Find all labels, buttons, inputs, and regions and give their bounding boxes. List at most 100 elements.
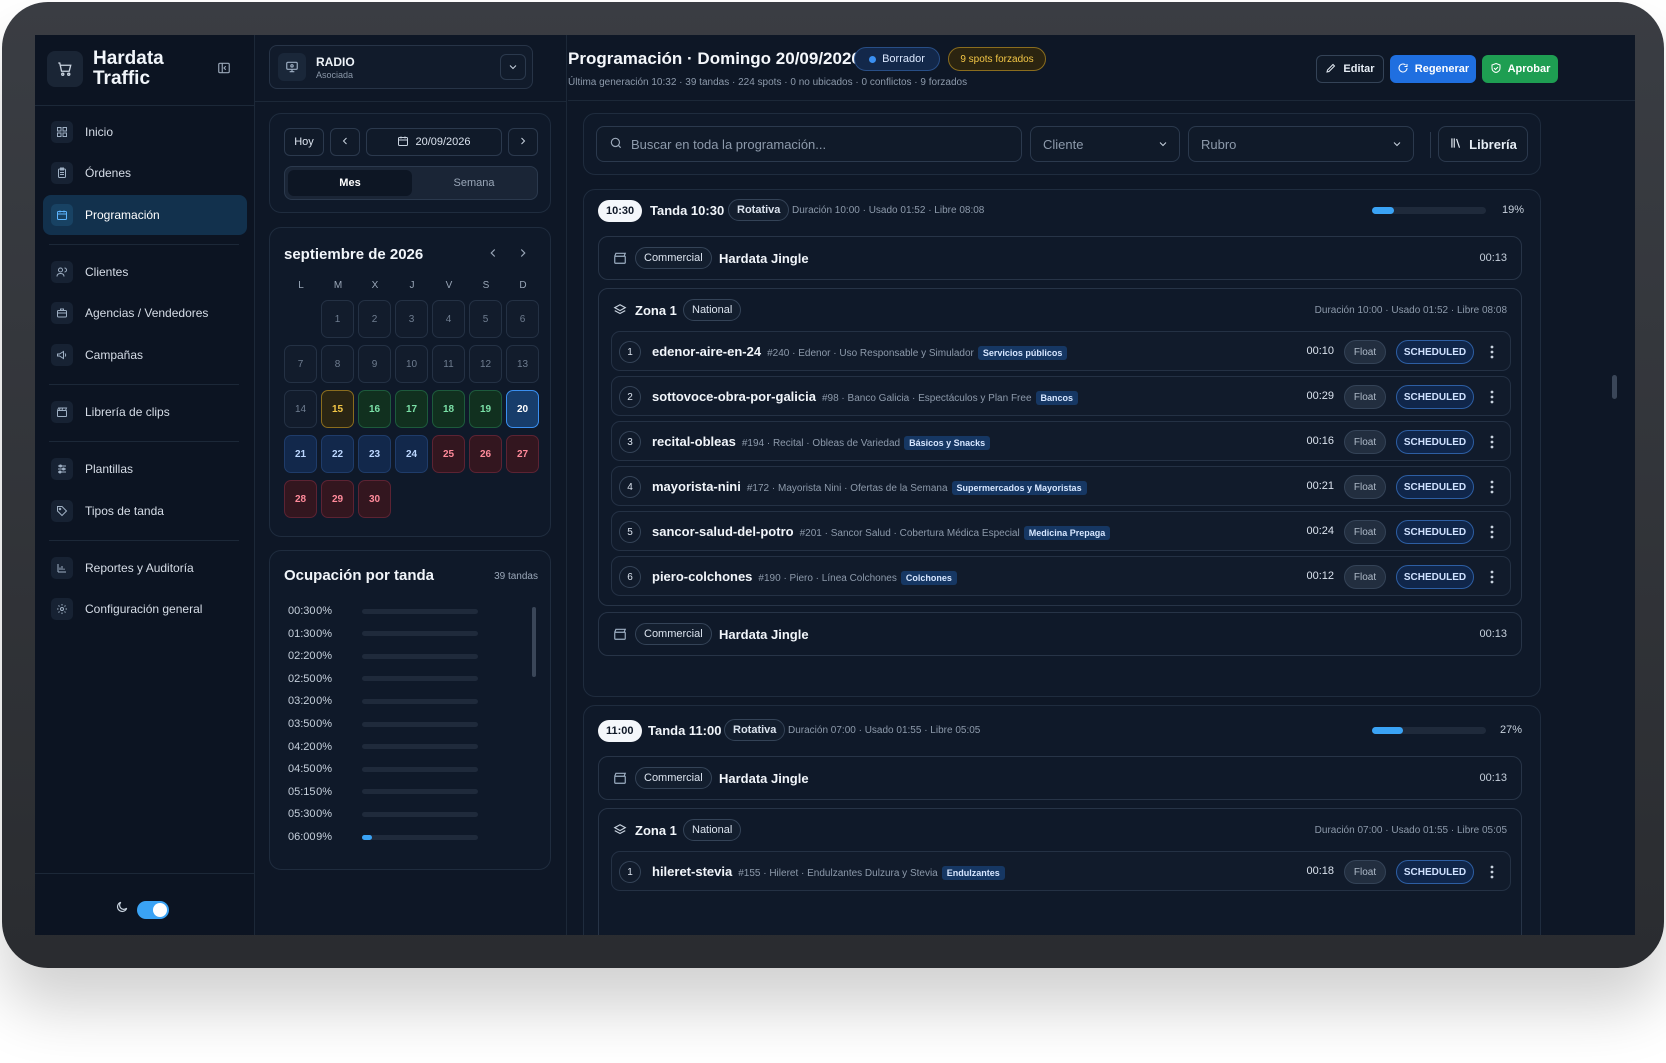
spot-category-badge: Medicina Prepaga [1023,526,1111,540]
next-month-icon[interactable] [516,246,530,265]
spot-index: 5 [619,521,641,543]
calendar-day[interactable]: 2 [358,300,391,338]
calendar-day[interactable]: 10 [395,345,428,383]
nav-item-agencias[interactable]: Agencias / Vendedores [43,293,247,333]
spot-mode-badge[interactable]: Float [1344,860,1386,884]
next-day-button[interactable] [508,128,538,156]
calendar-day[interactable]: 13 [506,345,539,383]
calendar-day[interactable]: 25 [432,435,465,473]
calendar-day[interactable]: 4 [432,300,465,338]
jingle-row[interactable]: Commercial Hardata Jingle 00:13 [598,612,1522,656]
page-subtitle: Última generación 10:32 · 39 tandas · 22… [568,77,968,88]
more-vertical-icon[interactable] [1486,477,1498,497]
nav-item-campanas[interactable]: Campañas [43,335,247,375]
calendar-day[interactable]: 19 [469,390,502,428]
occupancy-pct: 0% [316,627,332,640]
calendar-day[interactable]: 5 [469,300,502,338]
calendar-day[interactable]: 29 [321,480,354,518]
view-week-option[interactable]: Semana [412,170,536,196]
nav-item-configuracion[interactable]: Configuración general [43,589,247,629]
more-vertical-icon[interactable] [1486,432,1498,452]
collapse-sidebar-icon[interactable] [217,61,231,80]
calendar-day[interactable]: 11 [432,345,465,383]
jingle-type-tag: Commercial [635,623,712,645]
calendar-day[interactable]: 6 [506,300,539,338]
nav-item-ordenes[interactable]: Órdenes [43,153,247,193]
calendar-day[interactable]: 23 [358,435,391,473]
nav-item-programacion[interactable]: Programación [43,195,247,235]
nav-item-clientes[interactable]: Clientes [43,252,247,292]
nav-item-plantillas[interactable]: Plantillas [43,449,247,489]
calendar-day[interactable]: 21 [284,435,317,473]
calendar-day[interactable]: 27 [506,435,539,473]
calendar-day[interactable]: 28 [284,480,317,518]
spot-row[interactable]: 4 mayorista-nini #172 · Mayorista Nini · O… [611,466,1511,506]
search-box[interactable]: Buscar en toda la programación... [596,126,1022,162]
occupancy-pct: 0% [316,695,332,708]
spot-mode-badge[interactable]: Float [1344,520,1386,544]
occupancy-count: 39 tandas [494,571,538,582]
edit-button[interactable]: Editar [1316,55,1384,83]
view-month-option[interactable]: Mes [288,170,412,196]
calendar-day[interactable]: 3 [395,300,428,338]
spot-mode-badge[interactable]: Float [1344,340,1386,364]
spot-mode-badge[interactable]: Float [1344,385,1386,409]
spot-row[interactable]: 1 edenor-aire-en-24 #240 · Edenor · Uso Re… [611,331,1511,371]
megaphone-icon [51,344,73,366]
prev-month-icon[interactable] [486,246,500,265]
nav-item-reportes[interactable]: Reportes y Auditoría [43,548,247,588]
station-selector[interactable]: RADIO Asociada [269,45,533,89]
nav-item-tipos-tanda[interactable]: Tipos de tanda [43,491,247,531]
calendar-day[interactable]: 14 [284,390,317,428]
main-scrollbar[interactable] [1612,375,1617,399]
library-button[interactable]: Librería [1438,126,1528,162]
spot-row[interactable]: 1 hileret-stevia #155 · Hileret · Endulzan… [611,851,1511,891]
calendar-day[interactable]: 9 [358,345,391,383]
occupancy-scrollbar[interactable] [532,607,536,677]
calendar-day[interactable]: 18 [432,390,465,428]
dark-mode-toggle[interactable] [137,900,169,919]
spot-duration: 00:16 [1306,435,1334,447]
spot-mode-badge[interactable]: Float [1344,430,1386,454]
calendar-day[interactable]: 15 [321,390,354,428]
client-select[interactable]: Cliente [1030,126,1180,162]
approve-button[interactable]: Aprobar [1482,55,1558,83]
nav-item-inicio[interactable]: Inicio [43,112,247,152]
spot-row[interactable]: 3 recital-obleas #194 · Recital · Obleas d… [611,421,1511,461]
prev-day-button[interactable] [330,128,360,156]
spot-row[interactable]: 2 sottovoce-obra-por-galicia #98 · Banco G… [611,376,1511,416]
calendar-day[interactable]: 1 [321,300,354,338]
spot-row[interactable]: 5 sancor-salud-del-potro #201 · Sancor Sal… [611,511,1511,551]
regenerate-button[interactable]: Regenerar [1390,55,1476,83]
spot-mode-badge[interactable]: Float [1344,565,1386,589]
more-vertical-icon[interactable] [1486,522,1498,542]
more-vertical-icon[interactable] [1486,567,1498,587]
spot-row[interactable]: 6 piero-colchones #190 · Piero · Línea Col… [611,556,1511,596]
calendar-day[interactable]: 26 [469,435,502,473]
spot-duration: 00:21 [1306,480,1334,492]
jingle-row[interactable]: Commercial Hardata Jingle 00:13 [598,756,1522,800]
rubro-select[interactable]: Rubro [1188,126,1414,162]
calendar-day[interactable]: 7 [284,345,317,383]
more-vertical-icon[interactable] [1486,862,1498,882]
calendar-day[interactable]: 24 [395,435,428,473]
nav-item-libreria-clips[interactable]: Librería de clips [43,392,247,432]
spot-description: #155 · Hileret · Endulzantes Dulzura y S… [738,868,938,879]
calendar-day[interactable]: 17 [395,390,428,428]
calendar-day[interactable]: 16 [358,390,391,428]
calendar-day[interactable]: 30 [358,480,391,518]
chevron-left-icon [339,135,351,150]
calendar-day[interactable]: 22 [321,435,354,473]
more-vertical-icon[interactable] [1486,387,1498,407]
chevron-down-icon[interactable] [500,54,526,80]
more-vertical-icon[interactable] [1486,342,1498,362]
date-picker-button[interactable]: 20/09/2026 [366,128,502,156]
calendar-day[interactable]: 12 [469,345,502,383]
calendar-day[interactable]: 20 [506,390,539,428]
calendar-day[interactable]: 8 [321,345,354,383]
occupancy-pct: 0% [316,808,332,821]
spot-mode-badge[interactable]: Float [1344,475,1386,499]
today-button[interactable]: Hoy [284,128,324,156]
jingle-name: Hardata Jingle [719,771,809,786]
jingle-row[interactable]: Commercial Hardata Jingle 00:13 [598,236,1522,280]
